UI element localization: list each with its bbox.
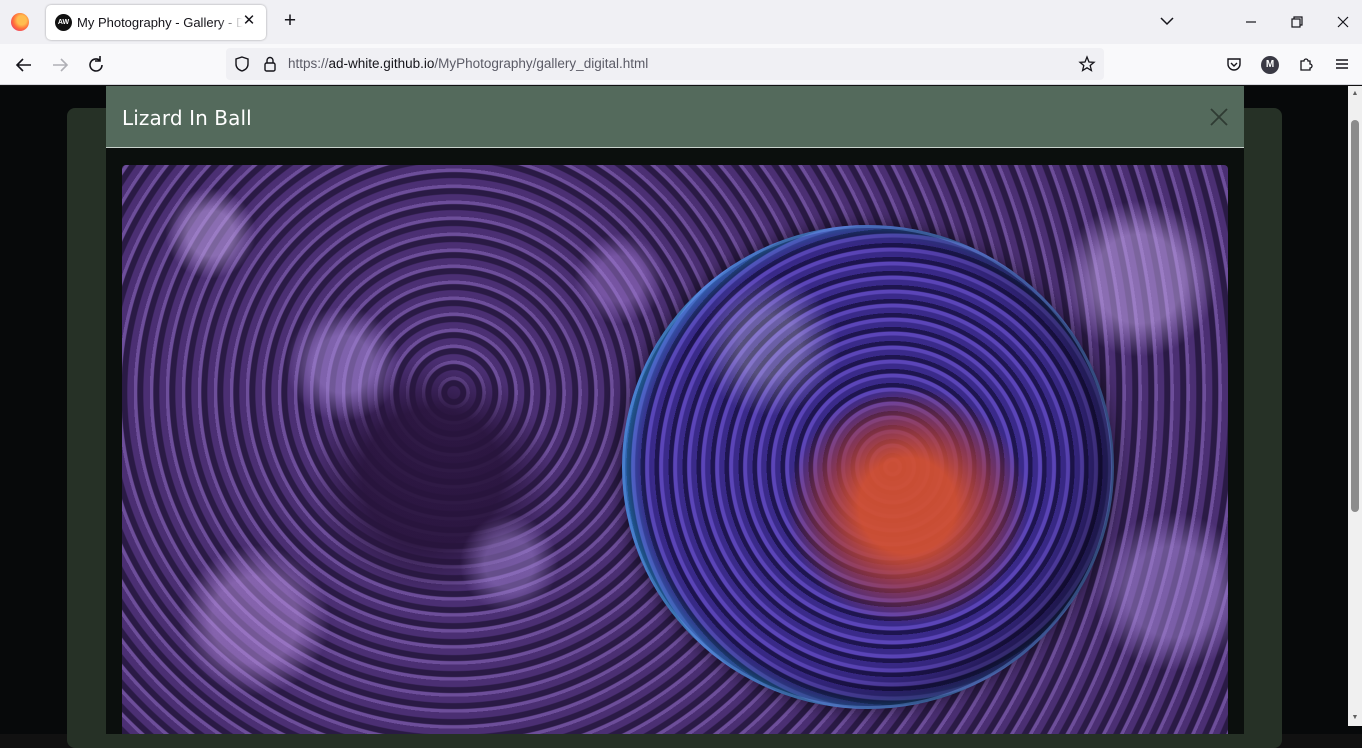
lock-icon[interactable] xyxy=(261,55,279,73)
url-text[interactable]: https://ad-white.github.io/MyPhotography… xyxy=(288,56,648,71)
minimize-window-icon[interactable] xyxy=(1239,10,1263,34)
reload-icon[interactable] xyxy=(83,52,109,78)
new-tab-plus-icon[interactable]: + xyxy=(279,10,301,32)
back-arrow-icon[interactable] xyxy=(11,52,37,78)
browser-tab-bar: AW My Photography - Gallery - Digital ✕ … xyxy=(0,0,1362,44)
bookmark-star-icon[interactable] xyxy=(1078,55,1096,73)
address-bar[interactable]: https://ad-white.github.io/MyPhotography… xyxy=(226,48,1104,80)
forward-arrow-icon[interactable] xyxy=(47,52,73,78)
tab-close-icon[interactable]: ✕ xyxy=(240,12,258,30)
modal-header: Lizard In Ball xyxy=(106,86,1244,148)
image-lightbox-modal: Lizard In Ball xyxy=(106,86,1244,734)
site-favicon-icon: AW xyxy=(55,14,72,31)
extensions-puzzle-icon[interactable] xyxy=(1297,55,1315,73)
glass-ball-rim xyxy=(622,225,1114,709)
browser-tab[interactable]: AW My Photography - Gallery - Digital ✕ xyxy=(46,5,266,40)
modal-close-icon[interactable] xyxy=(1206,104,1232,130)
account-avatar[interactable]: M xyxy=(1261,56,1279,74)
gallery-photo-lizard-in-ball[interactable] xyxy=(122,165,1228,734)
tab-title: My Photography - Gallery - Digital xyxy=(77,15,243,30)
url-host: ad-white.github.io xyxy=(328,56,435,71)
hamburger-menu-icon[interactable] xyxy=(1333,55,1351,73)
url-scheme: https:// xyxy=(288,56,329,71)
tracking-protection-shield-icon[interactable] xyxy=(233,55,251,73)
restore-window-icon[interactable] xyxy=(1285,10,1309,34)
close-window-icon[interactable] xyxy=(1331,10,1355,34)
scroll-up-arrow-icon[interactable]: ▲ xyxy=(1351,90,1359,98)
page-scrollbar-thumb[interactable] xyxy=(1351,120,1359,512)
page-scrollbar[interactable]: ▲ ▼ xyxy=(1348,86,1362,726)
list-all-tabs-chevron-icon[interactable] xyxy=(1158,12,1176,30)
modal-title: Lizard In Ball xyxy=(122,106,252,130)
pocket-icon[interactable] xyxy=(1225,55,1243,73)
scroll-down-arrow-icon[interactable]: ▼ xyxy=(1351,714,1359,722)
firefox-logo-icon[interactable] xyxy=(11,13,29,31)
url-path: /MyPhotography/gallery_digital.html xyxy=(434,56,649,71)
browser-navigation-bar: https://ad-white.github.io/MyPhotography… xyxy=(0,44,1362,85)
page-content: ▲ ▼ Lizard In Ball xyxy=(0,86,1362,748)
